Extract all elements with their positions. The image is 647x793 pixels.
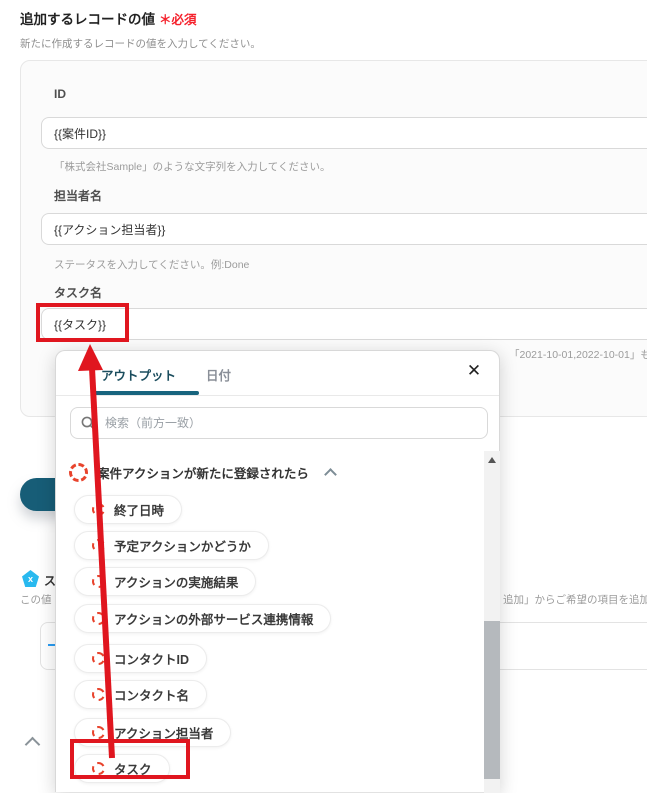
output-item-label: アクション担当者 xyxy=(114,727,214,741)
output-ring-icon xyxy=(92,726,105,739)
output-ring-icon xyxy=(92,762,105,775)
active-tab-underline xyxy=(94,391,199,395)
field-label-task: タスク名 xyxy=(54,286,103,300)
popup-tab-row: アウトプット 日付 ✕ xyxy=(56,351,499,396)
description-fragment-left: この値 xyxy=(20,594,52,606)
output-picker-popup: アウトプット 日付 ✕ 案件アクションが新たに登録されたら 終了日時 予定アクシ… xyxy=(55,350,500,793)
output-item-label: 予定アクションかどうか xyxy=(114,540,251,554)
output-item[interactable]: アクションの実施結果 xyxy=(74,567,257,596)
page-title: 追加するレコードの値 ＊必須 xyxy=(20,8,197,28)
output-list: 終了日時 予定アクションかどうか アクションの実施結果 アクションの外部サービス… xyxy=(74,495,332,790)
tab-date[interactable]: 日付 xyxy=(206,365,231,384)
output-item[interactable]: 予定アクションかどうか xyxy=(74,531,269,560)
field-label-assignee: 担当者名 xyxy=(54,189,103,203)
close-icon[interactable]: ✕ xyxy=(462,359,486,383)
output-item-label: アクションの実施結果 xyxy=(114,576,239,590)
output-item-label: コンタクトID xyxy=(114,653,190,667)
search-icon xyxy=(81,416,95,430)
output-ring-icon xyxy=(92,539,105,552)
output-item-label: アクションの外部サービス連携情報 xyxy=(114,613,314,627)
output-ring-icon xyxy=(92,612,105,625)
page-subtitle: 新たに作成するレコードの値を入力してください。 xyxy=(20,38,261,50)
output-group-label: 案件アクションが新たに登録されたら xyxy=(97,467,309,481)
field-helper-id: 「株式会社Sample」のような文字列を入力してください。 xyxy=(54,161,331,173)
app-pentagon-x-icon: x xyxy=(22,570,39,587)
scrollbar-up-arrow-icon[interactable] xyxy=(488,457,496,463)
output-item-label: タスク xyxy=(114,763,152,777)
description-fragment-right: 追加」からご希望の項目を追加して xyxy=(503,594,647,606)
field-label-id: ID xyxy=(54,87,66,101)
id-field[interactable] xyxy=(41,117,647,149)
output-ring-icon xyxy=(92,503,105,516)
field-helper-assignee: ステータスを入力してください。例:Done xyxy=(54,259,250,271)
page-title-text: 追加するレコードの値 xyxy=(20,12,155,27)
popup-scrollbar[interactable] xyxy=(484,451,500,793)
output-item-task[interactable]: タスク xyxy=(74,754,170,783)
scrollbar-thumb[interactable] xyxy=(484,621,500,779)
output-ring-icon xyxy=(92,652,105,665)
required-badge: ＊必須 xyxy=(159,13,197,27)
output-item[interactable]: コンタクト名 xyxy=(74,680,208,709)
assignee-field[interactable] xyxy=(41,213,647,245)
field-helper-task: 「2021-10-01,2022-10-01」もし xyxy=(509,349,647,361)
collapse-chevron-up-icon[interactable] xyxy=(24,736,41,755)
output-ring-icon xyxy=(92,688,105,701)
trigger-ring-icon xyxy=(69,463,88,482)
task-field[interactable] xyxy=(41,308,647,340)
output-ring-icon xyxy=(92,575,105,588)
output-search-box[interactable] xyxy=(70,407,488,439)
chevron-up-icon xyxy=(324,467,337,481)
output-item[interactable]: アクションの外部サービス連携情報 xyxy=(74,604,332,633)
output-item[interactable]: 終了日時 xyxy=(74,495,183,524)
output-item[interactable]: コンタクトID xyxy=(74,644,208,673)
output-item[interactable]: アクション担当者 xyxy=(74,718,232,747)
output-item-label: 終了日時 xyxy=(114,504,165,518)
tab-output[interactable]: アウトプット xyxy=(101,365,176,384)
output-group-header[interactable]: 案件アクションが新たに登録されたら xyxy=(69,463,337,482)
output-item-label: コンタクト名 xyxy=(114,689,190,703)
search-input[interactable] xyxy=(103,415,477,431)
